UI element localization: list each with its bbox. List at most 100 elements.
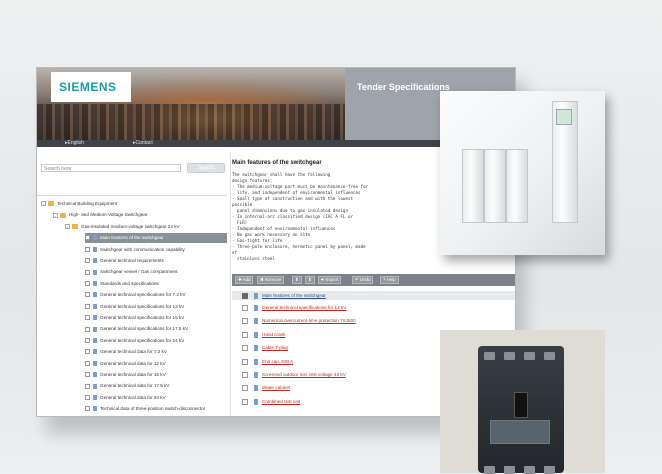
tree-item[interactable]: - Technical Building Equipment	[41, 199, 227, 209]
expand-toggle-icon[interactable]: -	[53, 212, 58, 218]
detail-heading: Main features of the switchgear	[232, 160, 322, 166]
tree-item[interactable]: General technical specifications for 7.2…	[85, 290, 227, 300]
row-checkbox[interactable]	[242, 305, 248, 311]
category-tree: - Technical Building Equipment - High- and …	[37, 195, 227, 416]
tree-checkbox[interactable]	[85, 360, 90, 366]
document-icon	[93, 292, 97, 298]
breaker-handle	[514, 392, 528, 418]
remove-button[interactable]: ✖ Remove	[257, 276, 285, 284]
tree-item[interactable]: General technical requirements	[85, 256, 227, 266]
tree-checkbox[interactable]	[85, 395, 90, 401]
tree-item[interactable]: General technical data for 24 kV	[85, 393, 227, 403]
row-link[interactable]: Numerical overcurrent-time protection 7S…	[262, 315, 356, 327]
terminal	[544, 352, 555, 360]
terminal	[504, 352, 515, 360]
tree-item[interactable]: Standards and specifications	[85, 279, 227, 289]
remove-label: Remove	[264, 277, 282, 282]
add-label: Add	[242, 277, 251, 282]
tree-checkbox[interactable]	[85, 281, 90, 287]
switchgear-panel	[484, 149, 506, 223]
tree-item[interactable]: General technical data for 12 kV	[85, 359, 227, 369]
tree-item[interactable]: General technical specifications for 12 …	[85, 302, 227, 312]
document-icon	[93, 395, 97, 401]
document-icon	[93, 326, 97, 332]
expand-toggle-icon[interactable]: -	[41, 201, 46, 207]
tree-checkbox[interactable]	[85, 383, 90, 389]
tree-item[interactable]: General technical data for 15 kV	[85, 370, 227, 380]
tree-item[interactable]: Main features of the switchgear	[85, 233, 227, 244]
document-icon	[93, 235, 97, 241]
tree-item[interactable]: General technical data for 17.5 kV	[85, 381, 227, 391]
row-checkbox[interactable]	[242, 345, 248, 352]
row-checkbox[interactable]	[242, 398, 248, 405]
tree-item-label: General technical data for 15 kV	[100, 372, 166, 377]
export-button[interactable]: ⎆ Export	[318, 276, 342, 284]
document-icon	[93, 281, 97, 287]
tree-item-label: General technical data for 17.5 kV	[100, 383, 170, 389]
document-icon	[254, 398, 258, 405]
panel-display	[556, 109, 572, 125]
row-checkbox[interactable]	[242, 318, 248, 325]
undo-button[interactable]: ↶ Undo	[352, 276, 374, 284]
left-panel: Search here Search - Technical Building E…	[37, 152, 227, 416]
tree-item[interactable]: General technical specifications for 15 …	[85, 313, 227, 323]
row-link[interactable]: General technical specifications for 12 …	[262, 302, 346, 314]
document-icon	[93, 349, 97, 355]
circuit-breaker-photo	[440, 330, 605, 474]
detail-text-line: stainless steel	[232, 256, 275, 261]
tree-item-label: Main features of the switchgear	[100, 235, 164, 241]
row-checkbox[interactable]	[242, 372, 248, 378]
row-link[interactable]: Combined test unit	[262, 396, 300, 408]
table-header-label[interactable]: Main features of the switchgear	[262, 291, 326, 300]
row-link[interactable]: Hand crank	[262, 329, 286, 341]
tree-item-label: General technical data for 7.2 kV	[100, 349, 167, 355]
tree-item[interactable]: General technical specifications for 24 …	[85, 336, 227, 346]
document-icon	[254, 293, 258, 299]
tree-checkbox[interactable]	[85, 303, 90, 309]
tree-checkbox[interactable]	[85, 406, 90, 412]
select-all-checkbox[interactable]	[242, 293, 248, 299]
tree-item[interactable]: Technical data of three-position switch-…	[85, 404, 227, 414]
tree-item[interactable]: Switchgear with communication capability	[85, 245, 227, 255]
row-link[interactable]: Screened outdoor insl. test voltage 40 k…	[262, 369, 346, 381]
row-link[interactable]: Cable T-plug	[262, 342, 288, 354]
tree-checkbox[interactable]	[85, 292, 90, 298]
row-link[interactable]: End cap, 630 A	[262, 356, 293, 368]
tree-item[interactable]: General technical specifications for 17.…	[85, 324, 227, 334]
tree-checkbox[interactable]	[85, 349, 90, 355]
document-icon	[254, 318, 258, 325]
tree-item[interactable]: - Gas-insulated medium-voltage switchgear…	[65, 222, 227, 232]
add-button[interactable]: ✚ Add	[235, 276, 254, 284]
tree-item[interactable]: General technical data for 7.2 kV	[85, 347, 227, 357]
search-button[interactable]: Search	[187, 163, 225, 173]
undo-label: Undo	[359, 277, 371, 282]
tree-checkbox[interactable]	[85, 338, 90, 344]
logo-area: SIEMENS	[51, 72, 131, 102]
tree-item[interactable]: Switchgear vessel / Gas compartment	[85, 267, 227, 277]
tree-checkbox[interactable]	[85, 246, 90, 252]
tree-checkbox[interactable]	[85, 315, 90, 321]
switchgear-panel	[462, 149, 484, 223]
tree-item[interactable]: - High- and Medium-Voltage Switchgear	[53, 210, 227, 220]
row-link[interactable]: Water cabinet	[262, 382, 290, 394]
tree-checkbox[interactable]	[85, 372, 90, 378]
expand-toggle-icon[interactable]: -	[65, 224, 70, 230]
search-input[interactable]: Search here	[41, 164, 181, 172]
terminal	[484, 352, 495, 360]
tree-checkbox[interactable]	[85, 235, 90, 241]
tree-item-label: General technical data for 24 kV	[100, 394, 166, 400]
tree-checkbox[interactable]	[85, 258, 90, 264]
row-checkbox[interactable]	[242, 331, 248, 338]
move-down-button[interactable]: ⬇	[305, 276, 315, 284]
nav-link-contact[interactable]: Contact	[133, 140, 153, 147]
tree-checkbox[interactable]	[85, 326, 90, 332]
tree-item-label: General technical specifications for 17.…	[100, 326, 189, 332]
document-icon	[93, 246, 97, 252]
tree-checkbox[interactable]	[85, 269, 90, 275]
row-checkbox[interactable]	[242, 358, 248, 365]
nav-link-english[interactable]: English	[65, 140, 84, 147]
row-checkbox[interactable]	[242, 385, 248, 392]
help-button[interactable]: ? Help	[380, 276, 399, 284]
tree-item-label: Switchgear with communication capability	[100, 246, 185, 252]
move-up-button[interactable]: ⬆	[292, 276, 302, 284]
